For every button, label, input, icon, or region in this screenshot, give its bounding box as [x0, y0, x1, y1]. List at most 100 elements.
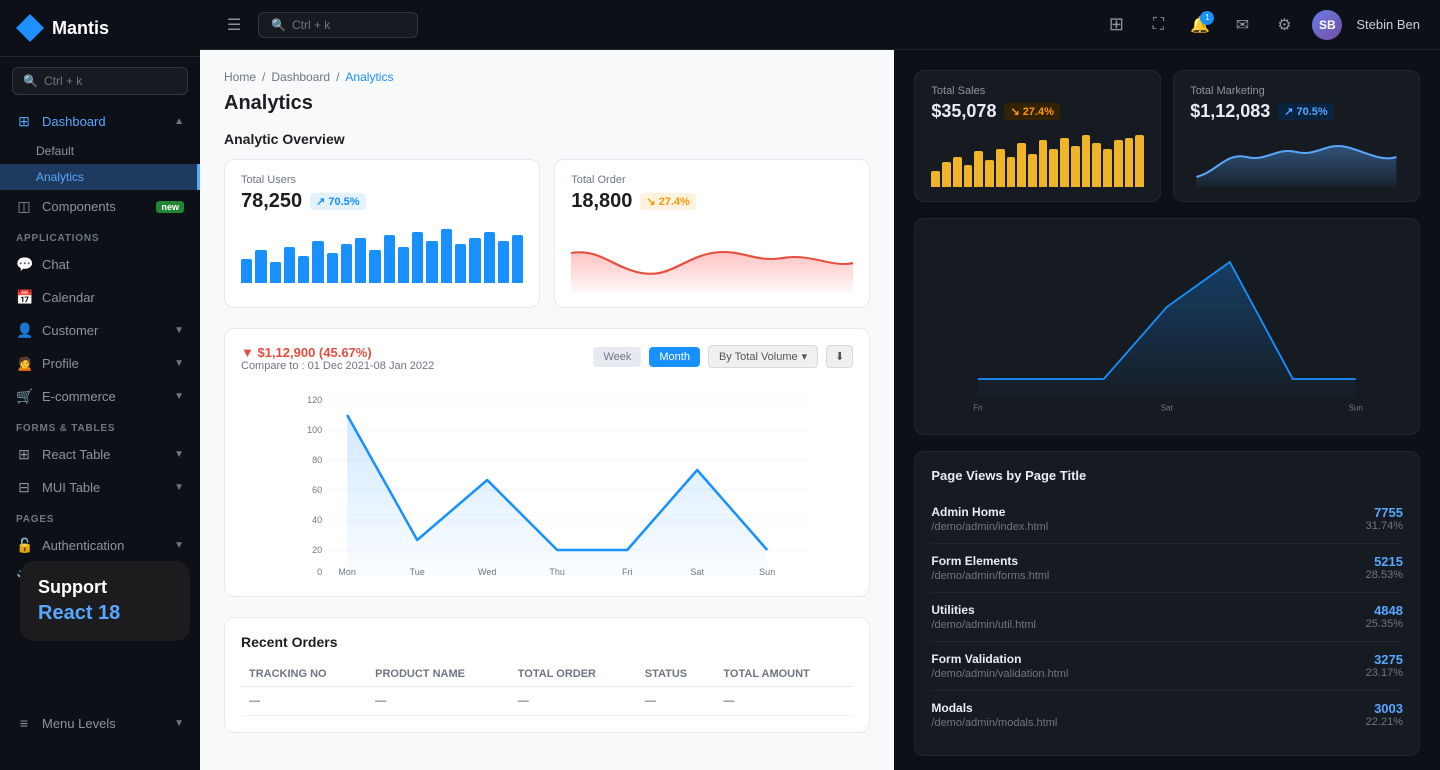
bar — [369, 250, 380, 283]
breadcrumb-current: Analytics — [345, 70, 393, 84]
sidebar-item-ecommerce[interactable]: 🛒 E-commerce ▼ — [0, 380, 200, 413]
sidebar-item-mui-table[interactable]: ⊟ MUI Table ▼ — [0, 471, 200, 504]
income-line-chart: 120 100 80 60 40 20 0 Mon Tue Wed Thu Fr… — [241, 380, 853, 580]
stat-order-badge: ↘ 27.4% — [640, 193, 695, 210]
sidebar-item-chat[interactable]: 💬 Chat — [0, 248, 200, 281]
stat-marketing-value: $1,12,083 ↗ 70.5% — [1190, 101, 1403, 122]
user-avatar[interactable]: SB — [1312, 10, 1342, 40]
pv-page-name: Admin Home — [931, 505, 1048, 519]
bar — [255, 250, 266, 283]
profile-icon: 🙍 — [16, 355, 32, 372]
pv-right: 3275 23.17% — [1366, 652, 1403, 679]
breadcrumb-dashboard[interactable]: Dashboard — [271, 70, 330, 84]
support-tooltip[interactable]: Support React 18 — [20, 561, 190, 641]
sidebar-applications-section: Applications — [0, 223, 200, 248]
stat-marketing-label: Total Marketing — [1190, 85, 1403, 97]
bar — [355, 238, 366, 283]
bar — [341, 244, 352, 283]
week-button[interactable]: Week — [593, 347, 641, 367]
stat-marketing-badge: ↗ 70.5% — [1278, 103, 1333, 120]
marketing-area-chart — [1190, 132, 1403, 187]
bar — [974, 151, 983, 187]
bar — [1125, 138, 1134, 188]
hamburger-icon[interactable]: ☰ — [220, 11, 248, 39]
svg-text:Fri: Fri — [622, 567, 633, 577]
fullscreen-icon[interactable]: ⛶ — [1144, 11, 1172, 39]
pv-pct: 31.74% — [1366, 520, 1403, 532]
sidebar-chat-label: Chat — [42, 257, 184, 272]
sidebar-item-components[interactable]: ◫ Components new — [0, 190, 200, 223]
svg-text:60: 60 — [312, 485, 322, 495]
sidebar-subitem-analytics[interactable]: Analytics — [0, 164, 200, 190]
sidebar-default-label: Default — [36, 144, 74, 158]
volume-button[interactable]: By Total Volume ▾ — [708, 345, 818, 368]
support-subtitle: React 18 — [38, 602, 172, 625]
pv-path: /demo/admin/forms.html — [931, 570, 1049, 582]
sidebar-ecommerce-label: E-commerce — [42, 389, 164, 404]
dark-stats-row: Total Sales $35,078 ↘ 27.4% Total Market… — [914, 70, 1420, 202]
sidebar-item-calendar[interactable]: 📅 Calendar — [0, 281, 200, 314]
sidebar-item-profile[interactable]: 🙍 Profile ▼ — [0, 347, 200, 380]
settings-icon[interactable]: ⚙ — [1270, 11, 1298, 39]
pv-pct: 25.35% — [1366, 618, 1403, 630]
download-button[interactable]: ⬇ — [826, 345, 853, 368]
dark-area-chart: Fri Sat Sun — [931, 235, 1403, 415]
page-view-row[interactable]: Form Elements /demo/admin/forms.html 521… — [931, 544, 1403, 593]
stats-row: Total Users 78,250 ↗ 70.5% Total Order 1 — [224, 159, 870, 308]
page-view-row[interactable]: Modals /demo/admin/modals.html 3003 22.2… — [931, 691, 1403, 739]
stat-card-sales: Total Sales $35,078 ↘ 27.4% — [914, 70, 1161, 202]
col-total-amount: TOTAL AMOUNT — [715, 662, 853, 687]
search-text: Ctrl + k — [292, 18, 330, 32]
pv-left: Admin Home /demo/admin/index.html — [931, 505, 1048, 533]
menu-levels-arrow-icon: ▼ — [174, 718, 184, 729]
bar — [1007, 157, 1016, 187]
pv-path: /demo/admin/index.html — [931, 521, 1048, 533]
sidebar-item-authentication[interactable]: 🔓 Authentication ▼ — [0, 529, 200, 562]
sidebar-item-dashboard[interactable]: ⊞ Dashboard ▲ — [0, 105, 200, 138]
svg-text:80: 80 — [312, 455, 322, 465]
sidebar-item-customer[interactable]: 👤 Customer ▼ — [0, 314, 200, 347]
apps-icon[interactable]: ⊞ — [1102, 11, 1130, 39]
support-title: Support — [38, 577, 172, 598]
page-view-row[interactable]: Admin Home /demo/admin/index.html 7755 3… — [931, 495, 1403, 544]
bar — [512, 235, 523, 283]
search-icon: 🔍 — [23, 74, 38, 88]
sidebar-analytics-label: Analytics — [36, 170, 84, 184]
sidebar-item-react-table[interactable]: ⊞ React Table ▼ — [0, 438, 200, 471]
topnav-search[interactable]: 🔍 Ctrl + k — [258, 12, 418, 38]
bar — [931, 171, 940, 188]
pv-page-name: Form Validation — [931, 652, 1068, 666]
sidebar-item-menu-levels[interactable]: ≡ Menu Levels ▼ — [0, 707, 200, 739]
bar — [1049, 149, 1058, 188]
sidebar-search[interactable]: 🔍 Ctrl + k — [12, 67, 188, 95]
user-name: Stebin Ben — [1356, 17, 1420, 32]
month-button[interactable]: Month — [649, 347, 700, 367]
svg-text:Fri: Fri — [973, 404, 983, 413]
search-placeholder: Ctrl + k — [44, 74, 82, 88]
bar — [312, 241, 323, 283]
sidebar: Mantis 🔍 Ctrl + k ⊞ Dashboard ▲ Default … — [0, 0, 200, 770]
page-view-row[interactable]: Utilities /demo/admin/util.html 4848 25.… — [931, 593, 1403, 642]
bar — [1082, 135, 1091, 187]
profile-arrow-icon: ▼ — [174, 358, 184, 369]
bar — [1039, 140, 1048, 187]
bar — [469, 238, 480, 283]
stat-order-value: 18,800 ↘ 27.4% — [571, 190, 853, 213]
components-icon: ◫ — [16, 198, 32, 215]
mail-icon[interactable]: ✉ — [1228, 11, 1256, 39]
pv-pct: 23.17% — [1366, 667, 1403, 679]
pv-right: 4848 25.35% — [1366, 603, 1403, 630]
income-header: ▼ $1,12,900 (45.67%) Compare to : 01 Dec… — [241, 345, 853, 372]
stat-order-label: Total Order — [571, 174, 853, 186]
sidebar-menu-levels-label: Menu Levels — [42, 716, 164, 731]
sidebar-mui-table-label: MUI Table — [42, 480, 164, 495]
pv-count: 3275 — [1366, 652, 1403, 667]
sidebar-profile-label: Profile — [42, 356, 164, 371]
sidebar-subitem-default[interactable]: Default — [0, 138, 200, 164]
bar — [1028, 154, 1037, 187]
bar — [964, 165, 973, 187]
breadcrumb-home[interactable]: Home — [224, 70, 256, 84]
notification-icon[interactable]: 🔔 1 — [1186, 11, 1214, 39]
page-view-row[interactable]: Form Validation /demo/admin/validation.h… — [931, 642, 1403, 691]
sidebar-calendar-label: Calendar — [42, 290, 184, 305]
